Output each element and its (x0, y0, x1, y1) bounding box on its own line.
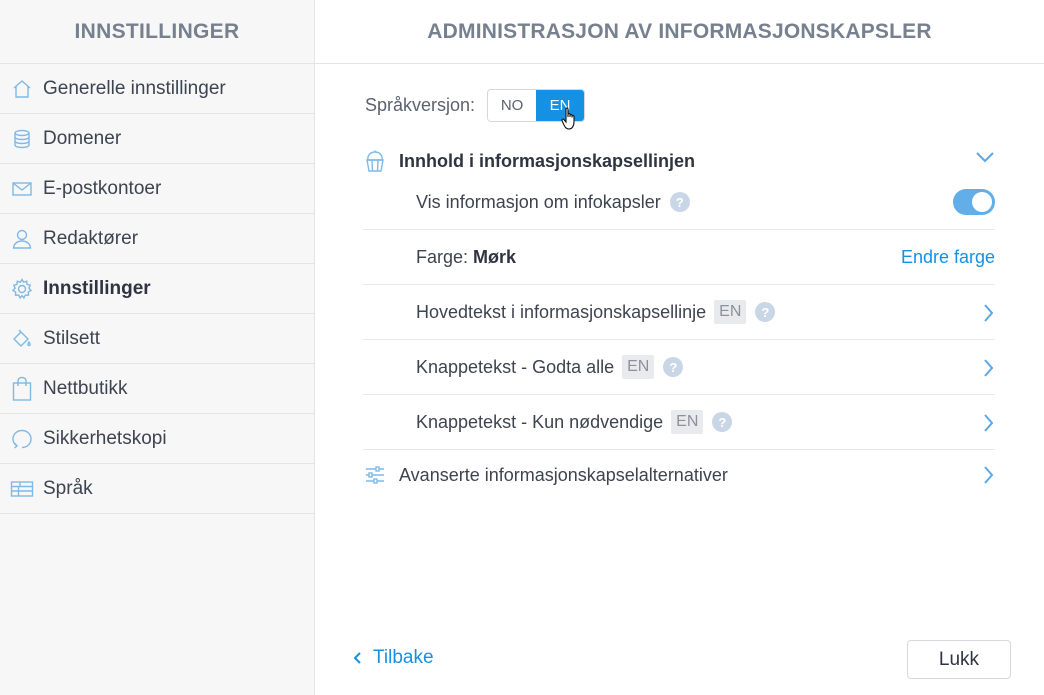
language-tag: EN (622, 355, 655, 379)
section-title: Innhold i informasjonskapsellinjen (399, 150, 696, 171)
language-icon (10, 477, 34, 501)
close-button[interactable]: Lukk (907, 640, 1011, 679)
sidebar-item-label: Innstillinger (43, 277, 151, 299)
sidebar-item-editors[interactable]: Redaktører (0, 214, 314, 264)
sidebar-item-label: Domener (43, 127, 122, 149)
backup-icon (10, 427, 34, 451)
advanced-cookie-options-label: Avanserte informasjonskapselalternativer (399, 464, 728, 485)
sidebar-item-language[interactable]: Språk (0, 464, 314, 514)
sidebar-item-label: Sikkerhetskopi (43, 427, 167, 449)
sidebar-item-label: Språk (43, 477, 93, 499)
sidebar-item-label: Generelle innstillinger (43, 77, 226, 99)
chevron-right-icon[interactable] (981, 303, 995, 328)
database-icon (10, 127, 34, 151)
color-row: Farge: Mørk Endre farge (363, 230, 995, 285)
user-icon (10, 227, 34, 251)
main-panel: ADMINISTRASJON AV INFORMASJONSKAPSLER Sp… (315, 0, 1044, 695)
language-tag: EN (671, 410, 704, 434)
accept-all-text-label: Knappetekst - Godta alle (416, 356, 615, 377)
paint-bucket-icon (10, 327, 34, 351)
shopping-bag-icon (10, 376, 34, 401)
sliders-icon (363, 463, 387, 487)
help-icon[interactable]: ? (755, 302, 776, 322)
sidebar-item-label: E-postkontoer (43, 177, 162, 199)
show-cookie-info-label: Vis informasjon om infokapsler (416, 191, 661, 212)
language-version-label: Språkversjon: (365, 95, 476, 115)
chevron-right-icon[interactable] (981, 358, 995, 383)
envelope-icon (10, 177, 34, 201)
sidebar-title: INNSTILLINGER (0, 0, 314, 64)
gear-icon (10, 277, 34, 301)
chevron-down-icon[interactable] (975, 150, 995, 169)
help-icon[interactable]: ? (669, 192, 690, 212)
accept-all-text-row[interactable]: Knappetekst - Godta alle EN ? (363, 340, 995, 395)
sidebar-item-general[interactable]: Generelle innstillinger (0, 64, 314, 114)
home-icon (10, 77, 34, 101)
help-icon[interactable]: ? (712, 412, 733, 432)
color-label: Farge: (416, 246, 469, 267)
sidebar: INNSTILLINGER Generelle innstillinger Do… (0, 0, 315, 695)
sidebar-item-label: Stilsett (43, 327, 101, 349)
main-text-row[interactable]: Hovedtekst i informasjonskapsellinje EN … (363, 285, 995, 340)
color-value: Mørk (473, 246, 517, 267)
language-tag: EN (714, 300, 747, 324)
main-text-label: Hovedtekst i informasjonskapsellinje (416, 301, 707, 322)
chevron-right-icon[interactable] (981, 465, 995, 490)
necessary-only-text-row[interactable]: Knappetekst - Kun nødvendige EN ? (363, 395, 995, 450)
sidebar-item-webshop[interactable]: Nettbutikk (0, 364, 314, 414)
language-version-row: Språkversjon: NO EN (365, 89, 586, 122)
sidebar-item-backup[interactable]: Sikkerhetskopi (0, 414, 314, 464)
necessary-only-text-label: Knappetekst - Kun nødvendige (416, 411, 664, 432)
sidebar-item-label: Nettbutikk (43, 377, 128, 399)
show-cookie-info-toggle[interactable] (953, 189, 995, 215)
help-icon[interactable]: ? (663, 357, 684, 377)
language-option-no[interactable]: NO (488, 90, 537, 121)
sidebar-item-domains[interactable]: Domener (0, 114, 314, 164)
sidebar-item-email-accounts[interactable]: E-postkontoer (0, 164, 314, 214)
cupcake-icon (363, 149, 387, 173)
back-link[interactable]: Tilbake (353, 645, 434, 671)
sidebar-item-label: Redaktører (43, 227, 139, 249)
advanced-cookie-options[interactable]: Avanserte informasjonskapselalternativer (363, 450, 995, 500)
cookie-bar-content-section[interactable]: Innhold i informasjonskapsellinjen (363, 146, 995, 176)
section-rows: Vis informasjon om infokapsler ? Farge: … (363, 175, 995, 450)
change-color-link[interactable]: Endre farge (901, 247, 995, 268)
page-title: ADMINISTRASJON AV INFORMASJONSKAPSLER (315, 0, 1044, 64)
back-label: Tilbake (373, 647, 434, 668)
chevron-right-icon[interactable] (981, 413, 995, 438)
chevron-left-icon (353, 651, 363, 665)
sidebar-item-styles[interactable]: Stilsett (0, 314, 314, 364)
sidebar-item-settings[interactable]: Innstillinger (0, 264, 314, 314)
hand-cursor-icon (561, 107, 579, 136)
show-cookie-info-row: Vis informasjon om infokapsler ? (363, 175, 995, 230)
